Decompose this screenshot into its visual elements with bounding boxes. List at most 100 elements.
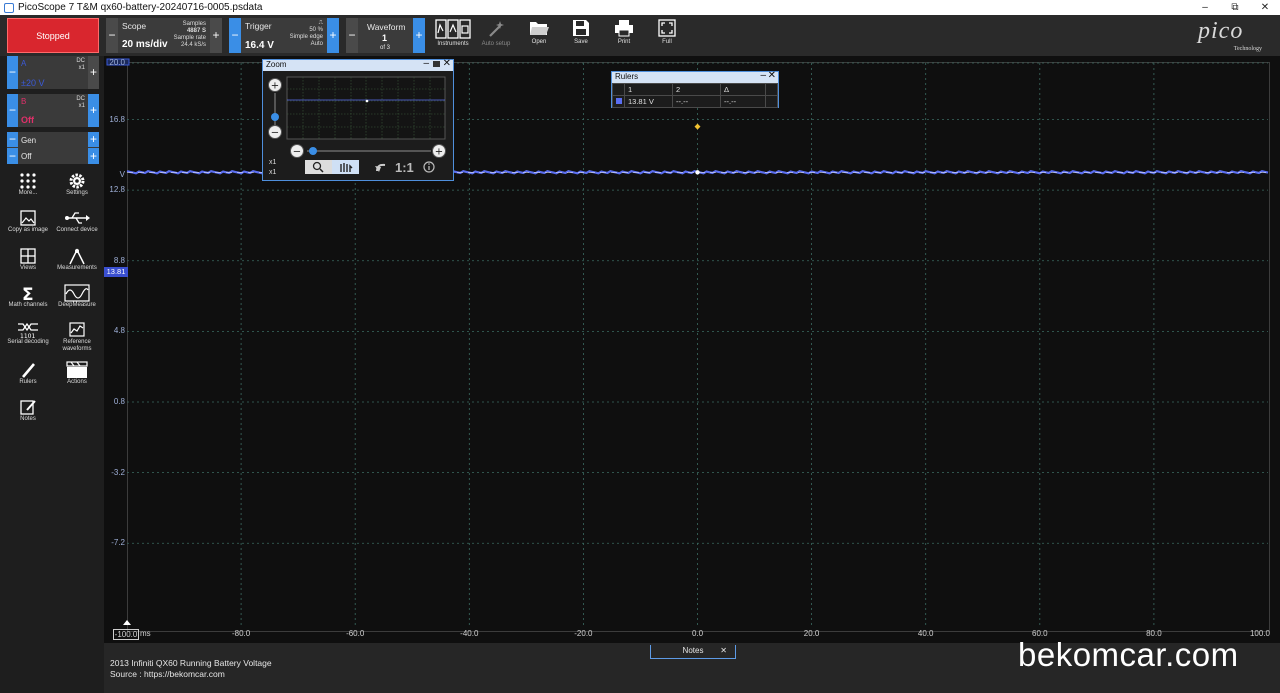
open-label: Open [531,39,547,45]
gen-state: Off [21,152,32,161]
channel-b-increase-button[interactable]: + [88,94,99,127]
sidebar-item-copy-image[interactable]: Copy as image [2,209,54,246]
serial-icon: 1101 [18,322,38,339]
sidebar-item-serial-decoding[interactable]: 1101 Serial decoding [2,321,54,358]
trigger-level[interactable]: 16.4 V [245,40,274,51]
save-button[interactable]: Save [559,17,603,55]
svg-text:+: + [271,81,279,92]
channel-a-probe-label: x1 [78,65,85,71]
zoom-minimize-icon[interactable]: – [423,58,429,69]
clapper-icon [66,361,88,378]
sidebar-label-views: Views [20,265,36,271]
sidebar-item-reference-waveforms[interactable]: Reference waveforms [51,321,103,358]
zoom-x-factor: x1 [269,159,277,166]
rulers-close-icon[interactable]: ✕ [768,70,776,81]
full-label: Full [662,39,672,45]
x-tick-label: -60.0 [346,629,365,638]
waveform-prev-button[interactable]: − [346,18,358,53]
channel-a-ruler-marker[interactable]: 13.81 [104,267,128,277]
gen-increase-button[interactable]: + [88,132,99,147]
x-tick-label: 20.0 [803,629,820,638]
generator-control[interactable]: − − Gen Off + + [7,132,99,164]
restore-button[interactable]: ⧉ [1220,0,1250,15]
notes-tab[interactable]: Notes ✕ [650,645,736,659]
y-tick-label: -7.2 [111,538,125,548]
channel-a-coupling: DC x1 [76,58,85,72]
rulers-header-row: 1 2 Δ [612,83,778,96]
zoom-ratio-button[interactable]: 1:1 [395,160,414,175]
sidebar-item-notes[interactable]: Notes [2,398,54,435]
zoom-panel[interactable]: Zoom – ✕ + − − + x1 x1 1:1 [262,58,455,181]
channel-a-increase-button[interactable]: + [88,56,99,89]
rulers-row-delta: --.-- [720,95,766,108]
gen-name: Gen [21,136,37,145]
wand-icon [489,21,504,37]
zoom-close-icon[interactable]: ✕ [443,58,451,69]
instruments-button[interactable]: Instruments [431,17,475,55]
minimize-button[interactable]: – [1190,0,1220,15]
trigger-mode: Auto [310,41,323,47]
run-stop-button[interactable]: Stopped [7,18,99,53]
sidebar-label-math-channels: Math channels [8,302,48,308]
full-button[interactable]: Full [645,17,689,55]
zoom-overview[interactable]: + − − + [263,71,455,181]
sidebar-item-measurements[interactable]: Measurements [51,247,103,284]
app-icon [4,2,14,13]
open-button[interactable]: Open [517,17,561,55]
channel-b-decrease-button[interactable]: − [7,94,18,127]
channel-a-decrease-button[interactable]: − [7,56,18,89]
rulers-minimize-icon[interactable]: – [760,70,766,81]
waveform-next-button[interactable]: + [413,18,425,53]
channel-a-range: ±20 V [21,78,45,88]
waveform-label: Waveform [367,22,406,32]
gen-decrease-button[interactable]: − [7,132,18,147]
sidebar-item-settings[interactable]: Settings [51,172,103,209]
rulers-header[interactable]: Rulers – ✕ [612,70,778,83]
image-icon [20,210,36,226]
sidebar-item-actions[interactable]: Actions [51,361,103,398]
rulers-panel[interactable]: Rulers – ✕ 1 2 Δ 13.81 V --.-- --.-- [611,70,779,108]
sidebar-item-connect-device[interactable]: Connect device [51,209,103,246]
autosetup-button[interactable]: Auto setup [474,17,518,55]
sidebar-label-copy-image: Copy as image [7,227,49,233]
zoom-maximize-icon[interactable] [433,61,440,67]
trigger-increase-button[interactable]: + [327,18,339,53]
save-label: Save [574,39,588,45]
trigger-edge-icon: ⎍ [318,20,323,26]
notes-close-icon[interactable]: ✕ [720,645,727,657]
sidebar-item-deepmeasure[interactable]: DeepMeasure [51,284,103,321]
channel-a-name: A [21,59,27,68]
sigma-icon: Σ [22,285,34,302]
sidebar-item-more[interactable]: More... [2,172,54,209]
timebase-value[interactable]: 20 ms/div [122,39,168,50]
channel-a-control[interactable]: − A ±20 V DC x1 + [7,56,99,89]
grid-dots-icon [20,173,36,189]
y-tick-label: 4.8 [113,326,125,336]
save-icon [573,20,589,36]
trigger-label: Trigger [245,21,272,31]
samples-label: Samples [182,21,206,27]
note-line-2[interactable]: Source : https://bekomcar.com [110,669,225,679]
trigger-decrease-button[interactable]: − [229,18,241,53]
sidebar-item-views[interactable]: Views [2,247,54,284]
timebase-decrease-button[interactable]: − [106,18,118,53]
samples-value: 4887 S [186,28,206,34]
logo-word: pico [1198,18,1244,44]
y-unit-label: V [119,170,125,179]
close-window-button[interactable]: ✕ [1250,0,1280,15]
print-button[interactable]: Print [602,17,646,55]
gen-state-decrease-button[interactable]: − [7,148,18,164]
rulers-row-end [765,95,778,108]
sidebar-item-rulers[interactable]: Rulers [2,361,54,398]
sidebar-label-connect-device: Connect device [56,227,98,233]
sidebar-item-math-channels[interactable]: Σ Math channels [2,284,54,321]
y-tick-label: 0.8 [113,397,125,406]
timebase-increase-button[interactable]: + [210,18,222,53]
rulers-row-swatch [612,95,625,108]
gen-state-increase-button[interactable]: + [88,148,99,164]
note-line-1[interactable]: 2013 Infiniti QX60 Running Battery Volta… [110,658,272,668]
zoom-header[interactable]: Zoom – ✕ [263,58,453,71]
measurements-icon [69,248,85,265]
channel-b-control[interactable]: − B Off DC x1 + [7,94,99,127]
y-tick-label: 16.8 [109,114,125,124]
